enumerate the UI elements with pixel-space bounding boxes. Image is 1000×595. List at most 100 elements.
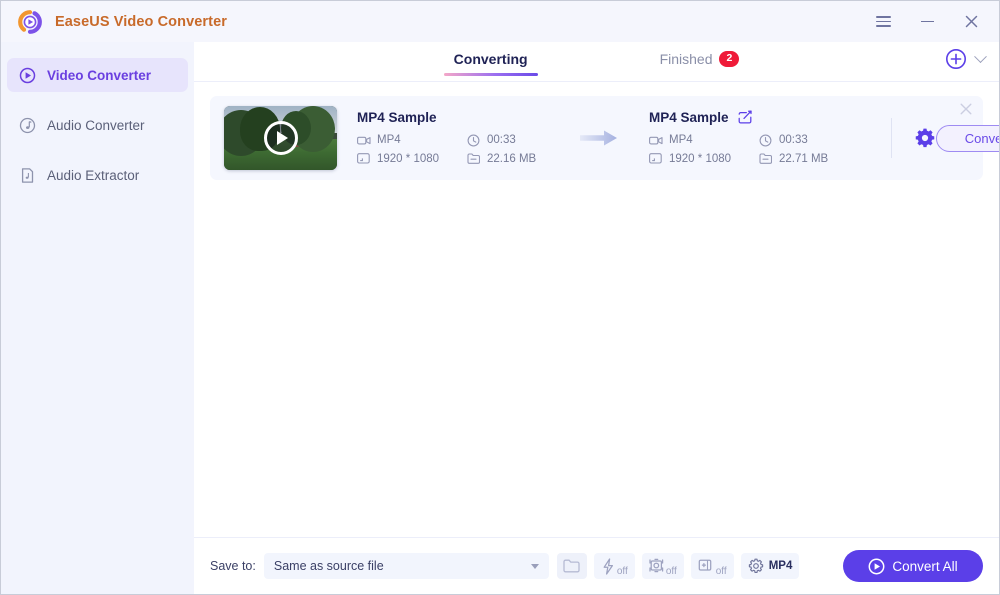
sidebar-item-video-converter[interactable]: Video Converter [7, 58, 188, 92]
output-file-name-row: MP4 Sample [649, 110, 861, 125]
gear-icon [914, 127, 936, 149]
save-to-dropdown[interactable]: Same as source file [264, 553, 549, 579]
minimize-button[interactable] [905, 1, 949, 42]
output-format-button[interactable]: MP4 [741, 553, 800, 579]
source-size: 22.16 MB [467, 153, 569, 165]
source-resolution-value: 1920 * 1080 [377, 153, 439, 165]
convert-button-label: Convert [965, 131, 999, 146]
main-panel: Converting Finished 2 [194, 42, 999, 594]
camera-frame-icon [649, 558, 665, 575]
snapshot-state-label: off [666, 566, 677, 577]
video-camera-icon [649, 135, 663, 146]
output-file-name: MP4 Sample [649, 110, 729, 125]
music-circle-icon [19, 117, 36, 134]
plus-circle-icon [945, 48, 967, 70]
sidebar: Video Converter Audio Converter [1, 42, 194, 594]
play-button-overlay-icon[interactable] [264, 121, 298, 155]
tab-converting-label: Converting [454, 51, 528, 67]
sidebar-item-label: Audio Converter [47, 118, 145, 133]
conversion-arrow [569, 129, 629, 147]
tab-finished[interactable]: Finished 2 [654, 51, 746, 76]
add-file-button[interactable] [945, 48, 985, 70]
video-thumbnail[interactable] [224, 106, 337, 170]
close-icon [958, 101, 974, 117]
output-duration-value: 00:33 [779, 134, 808, 146]
hamburger-icon [876, 16, 891, 27]
tab-bar: Converting Finished 2 [194, 42, 999, 82]
save-to-value: Same as source file [274, 559, 384, 573]
play-circle-icon [868, 558, 885, 575]
output-format: MP4 [649, 134, 759, 147]
arrow-right-icon [579, 129, 619, 147]
play-triangle-icon [277, 131, 288, 145]
task-list: MP4 Sample MP4 [194, 82, 999, 537]
menu-button[interactable] [861, 1, 905, 42]
source-size-value: 22.16 MB [487, 153, 536, 165]
gpu-acceleration-toggle[interactable]: off [594, 553, 635, 579]
task-row: MP4 Sample MP4 [210, 96, 983, 180]
clock-icon [467, 134, 481, 147]
file-music-icon [19, 167, 36, 184]
output-size-value: 22.71 MB [779, 153, 828, 165]
app-window: EaseUS Video Converter [0, 0, 1000, 595]
finished-count-badge: 2 [719, 51, 739, 66]
sidebar-item-audio-converter[interactable]: Audio Converter [7, 108, 188, 142]
resolution-icon [357, 153, 371, 164]
convert-button[interactable]: Convert [936, 125, 999, 152]
folder-icon [563, 559, 580, 573]
chevron-down-icon [531, 564, 539, 569]
convert-all-label: Convert All [892, 559, 957, 574]
output-format-label: MP4 [769, 560, 793, 572]
source-format-value: MP4 [377, 134, 401, 146]
convert-all-button[interactable]: Convert All [843, 550, 983, 582]
app-title: EaseUS Video Converter [55, 14, 227, 30]
output-resolution: 1920 * 1080 [649, 153, 759, 165]
file-size-icon [759, 153, 773, 164]
save-to-label: Save to: [210, 559, 256, 573]
lightning-icon [601, 558, 616, 575]
video-camera-icon [357, 135, 371, 146]
source-file-info: MP4 Sample MP4 [357, 112, 569, 165]
source-format: MP4 [357, 134, 467, 147]
tab-finished-label: Finished [660, 51, 713, 67]
bottom-bar: Save to: Same as source file off [194, 537, 999, 594]
output-format-value: MP4 [669, 134, 693, 146]
output-size: 22.71 MB [759, 153, 861, 165]
output-duration: 00:33 [759, 134, 861, 147]
output-meta-grid: MP4 00:33 [649, 134, 861, 165]
snapshot-toggle[interactable]: off [642, 553, 684, 579]
resolution-icon [649, 153, 663, 164]
merge-state-label: off [716, 566, 727, 577]
task-settings-button[interactable] [914, 127, 936, 149]
file-size-icon [467, 153, 481, 164]
minimize-icon [921, 21, 934, 23]
close-button[interactable] [949, 1, 993, 42]
gpu-state-label: off [617, 566, 628, 577]
browse-folder-button[interactable] [557, 553, 587, 579]
output-resolution-value: 1920 * 1080 [669, 153, 731, 165]
sidebar-item-audio-extractor[interactable]: Audio Extractor [7, 158, 188, 192]
title-bar: EaseUS Video Converter [1, 1, 999, 42]
source-duration-value: 00:33 [487, 134, 516, 146]
window-controls [861, 1, 993, 42]
gear-icon [748, 558, 764, 574]
sidebar-item-label: Audio Extractor [47, 168, 139, 183]
source-meta-grid: MP4 00:33 [357, 134, 569, 165]
chevron-down-icon [974, 50, 987, 63]
source-duration: 00:33 [467, 134, 569, 147]
sidebar-item-label: Video Converter [47, 68, 151, 83]
close-icon [964, 14, 979, 29]
merge-files-icon [698, 558, 715, 574]
output-file-info: MP4 Sample [649, 112, 861, 165]
source-file-name: MP4 Sample [357, 110, 569, 125]
card-divider [891, 118, 892, 158]
play-circle-icon [19, 67, 36, 84]
tab-converting[interactable]: Converting [448, 51, 534, 76]
body-row: Video Converter Audio Converter [1, 42, 999, 594]
merge-toggle[interactable]: off [691, 553, 734, 579]
source-resolution: 1920 * 1080 [357, 153, 467, 165]
clock-icon [759, 134, 773, 147]
edit-icon[interactable] [738, 110, 752, 124]
app-logo-icon [17, 9, 43, 35]
remove-task-button[interactable] [958, 101, 974, 117]
